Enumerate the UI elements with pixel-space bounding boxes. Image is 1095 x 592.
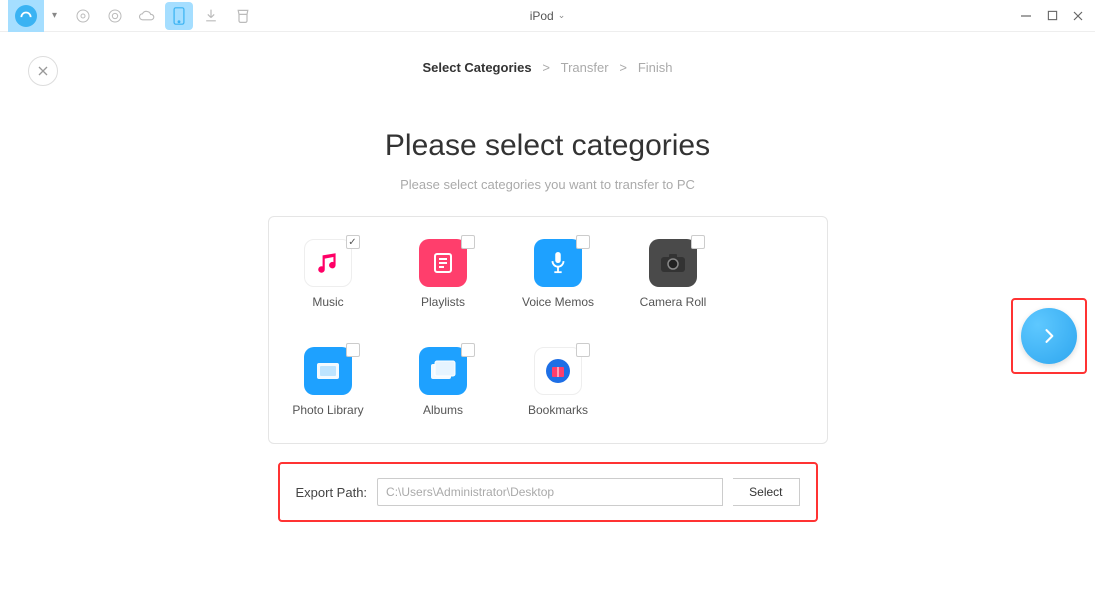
toolbar-left: ▾ bbox=[8, 0, 257, 32]
category-checkbox[interactable] bbox=[461, 235, 475, 249]
category-bookmarks[interactable]: Bookmarks bbox=[521, 347, 596, 417]
microphone-icon bbox=[534, 239, 582, 287]
download-tab-icon[interactable] bbox=[197, 2, 225, 30]
category-voice-memos[interactable]: Voice Memos bbox=[521, 239, 596, 309]
category-photo-library[interactable]: Photo Library bbox=[291, 347, 366, 417]
export-path-label: Export Path: bbox=[296, 485, 368, 500]
cloud-tab-icon[interactable] bbox=[133, 2, 161, 30]
maximize-button[interactable] bbox=[1043, 7, 1061, 25]
category-label: Albums bbox=[423, 403, 463, 417]
category-music[interactable]: ✓ Music bbox=[291, 239, 366, 309]
sync-tab-icon[interactable] bbox=[101, 2, 129, 30]
music-icon bbox=[304, 239, 352, 287]
page-title: Please select categories bbox=[0, 129, 1095, 163]
export-path-input[interactable] bbox=[377, 478, 723, 506]
category-camera-roll[interactable]: Camera Roll bbox=[636, 239, 711, 309]
category-label: Photo Library bbox=[292, 403, 363, 417]
window-controls bbox=[1017, 7, 1087, 25]
category-checkbox[interactable] bbox=[576, 235, 590, 249]
breadcrumb-sep: > bbox=[542, 60, 550, 75]
category-checkbox[interactable]: ✓ bbox=[346, 235, 360, 249]
playlists-icon bbox=[419, 239, 467, 287]
category-label: Music bbox=[312, 295, 343, 309]
minimize-button[interactable] bbox=[1017, 7, 1035, 25]
page-subtitle: Please select categories you want to tra… bbox=[0, 177, 1095, 192]
category-playlists[interactable]: Playlists bbox=[406, 239, 481, 309]
device-selector[interactable]: iPod ⌄ bbox=[530, 9, 566, 23]
breadcrumb-sep: > bbox=[619, 60, 627, 75]
category-label: Voice Memos bbox=[522, 295, 594, 309]
chevron-right-icon bbox=[1039, 326, 1059, 346]
next-button-highlight bbox=[1011, 298, 1087, 374]
category-checkbox[interactable] bbox=[691, 235, 705, 249]
breadcrumb: Select Categories > Transfer > Finish bbox=[0, 60, 1095, 75]
category-label: Bookmarks bbox=[528, 403, 588, 417]
category-checkbox[interactable] bbox=[346, 343, 360, 357]
next-button[interactable] bbox=[1021, 308, 1077, 364]
categories-grid: ✓ Music Playlists Voice Memos bbox=[291, 239, 805, 417]
app-toolbar: ▾ iPod ⌄ bbox=[0, 0, 1095, 32]
breadcrumb-step-1: Select Categories bbox=[422, 60, 531, 75]
music-tab-icon[interactable] bbox=[69, 2, 97, 30]
photo-library-icon bbox=[304, 347, 352, 395]
albums-icon bbox=[419, 347, 467, 395]
device-dropdown-icon: ⌄ bbox=[558, 10, 566, 21]
category-label: Camera Roll bbox=[640, 295, 707, 309]
category-albums[interactable]: Albums bbox=[406, 347, 481, 417]
logo-dropdown-icon[interactable]: ▾ bbox=[52, 10, 57, 21]
close-window-button[interactable] bbox=[1069, 7, 1087, 25]
apps-tab-icon[interactable] bbox=[229, 2, 257, 30]
app-logo-icon bbox=[15, 5, 37, 27]
category-checkbox[interactable] bbox=[576, 343, 590, 357]
category-checkbox[interactable] bbox=[461, 343, 475, 357]
camera-icon bbox=[649, 239, 697, 287]
app-logo-button[interactable] bbox=[8, 0, 44, 32]
bookmarks-icon bbox=[534, 347, 582, 395]
device-label: iPod bbox=[530, 9, 554, 23]
select-path-button[interactable]: Select bbox=[733, 478, 799, 506]
categories-panel: ✓ Music Playlists Voice Memos bbox=[268, 216, 828, 444]
category-label: Playlists bbox=[421, 295, 465, 309]
breadcrumb-step-3: Finish bbox=[638, 60, 673, 75]
close-button[interactable] bbox=[28, 56, 58, 86]
export-path-row: Export Path: Select bbox=[278, 462, 818, 522]
device-tab-icon[interactable] bbox=[165, 2, 193, 30]
breadcrumb-step-2: Transfer bbox=[561, 60, 609, 75]
